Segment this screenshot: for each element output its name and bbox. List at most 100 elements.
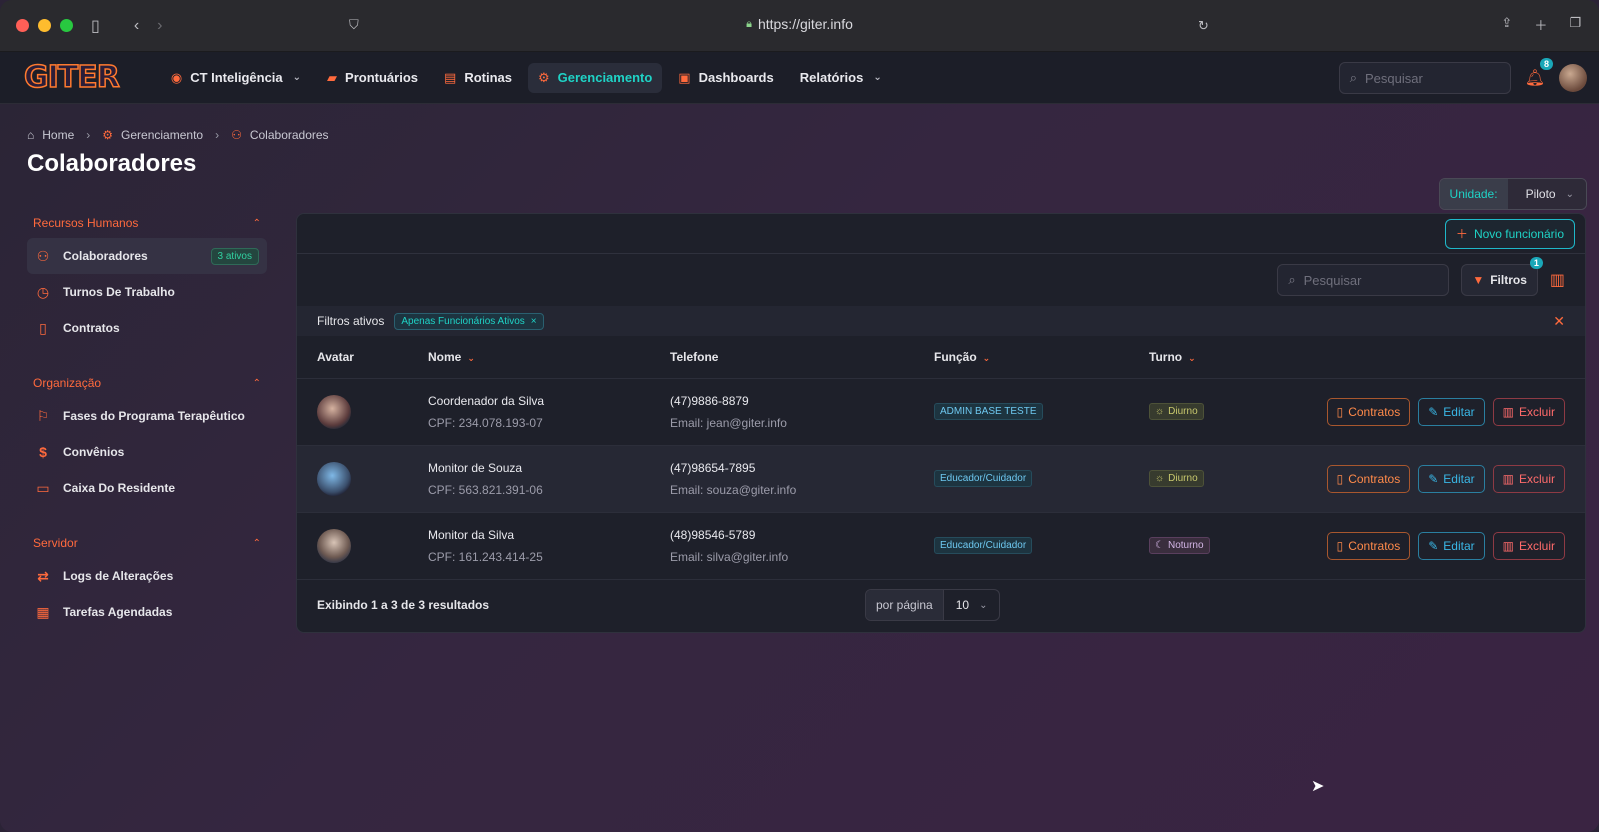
search-icon: ⌕ (1288, 272, 1296, 287)
employee-phone: (47)9886-8879 (670, 393, 749, 408)
shift-label: Noturno (1167, 540, 1204, 552)
delete-button[interactable]: ▥ Excluir (1492, 531, 1565, 560)
breadcrumb-separator-icon: › (86, 128, 91, 142)
notifications-button[interactable]: 🔔︎ 8 (1525, 58, 1553, 88)
per-page-value[interactable]: 10 ⌄ (944, 590, 1000, 620)
columns-icon[interactable]: ▥ (1550, 270, 1565, 290)
global-search[interactable]: ⌕ (1338, 62, 1511, 94)
sidebar-item-fases[interactable]: ⚐ Fases do Programa Terapêutico (27, 398, 267, 434)
user-avatar[interactable] (1559, 64, 1587, 92)
sidebar-group-header[interactable]: Servidor ⌃ (27, 528, 267, 558)
org-avatar-icon: ◉ (170, 69, 183, 85)
unit-value[interactable]: Piloto ⌄ (1507, 179, 1586, 209)
giter-logo[interactable]: GITER (23, 61, 120, 93)
sidebar-item-label: Contratos (63, 321, 120, 335)
home-icon: ⌂ (27, 128, 35, 142)
nav-ct-inteligencia[interactable]: ◉ CT Inteligência ⌄ (161, 63, 311, 93)
contracts-button[interactable]: ▯ Contratos (1326, 531, 1411, 560)
sidebar-item-caixa[interactable]: ▭ Caixa Do Residente (27, 470, 267, 506)
nav-prontuarios[interactable]: ▰ Prontuários (317, 63, 428, 93)
nav-relatorios[interactable]: Relatórios ⌄ (790, 63, 892, 92)
clear-filters-icon[interactable]: ✕ (1553, 313, 1565, 330)
gear-icon: ⚙ (537, 69, 550, 85)
maximize-window-button[interactable] (60, 19, 73, 32)
share-icon[interactable]: ⇪ (1501, 15, 1512, 34)
nav-dashboards[interactable]: ▣ Dashboards (668, 63, 783, 93)
plus-icon: ＋ (1455, 227, 1468, 241)
sidebar-group-title: Organização (33, 376, 102, 390)
new-tab-icon[interactable]: ＋ (1534, 15, 1547, 34)
sidebar: Recursos Humanos ⌃ ⚇ Colaboradores 3 ati… (27, 208, 267, 652)
edit-icon: ✎ (1428, 404, 1439, 419)
delete-button[interactable]: ▥ Excluir (1492, 397, 1565, 426)
col-shift[interactable]: Turno ⌄ (1129, 336, 1279, 378)
sidebar-item-logs[interactable]: ⇄ Logs de Alterações (27, 558, 267, 594)
row-actions: ▯ Contratos ✎ Editar ▥ Excluir (1299, 531, 1565, 560)
global-search-input[interactable] (1364, 70, 1485, 86)
contracts-button[interactable]: ▯ Contratos (1326, 464, 1411, 493)
delete-button[interactable]: ▥ Excluir (1492, 464, 1565, 493)
chevron-down-icon: ⌄ (979, 599, 988, 611)
sidebar-item-label: Caixa Do Residente (63, 481, 176, 495)
sidebar-item-convenios[interactable]: $ Convênios (27, 434, 267, 470)
address-bar[interactable]: 🔒︎ https://giter.info (746, 16, 853, 32)
table-search-input[interactable] (1303, 272, 1424, 288)
table-search[interactable]: ⌕ (1277, 264, 1450, 296)
breadcrumb-gerenciamento[interactable]: Gerenciamento (121, 128, 203, 142)
sidebar-group-rh: Recursos Humanos ⌃ ⚇ Colaboradores 3 ati… (27, 208, 267, 346)
edit-icon: ✎ (1428, 538, 1439, 553)
remove-filter-icon[interactable]: × (531, 316, 537, 327)
minimize-window-button[interactable] (38, 19, 51, 32)
unit-value-text: Piloto (1525, 187, 1556, 201)
table-row: Coordenador da Silva CPF: 234.078.193-07 … (297, 378, 1585, 445)
results-summary: Exibindo 1 a 3 de 3 resultados (317, 597, 490, 612)
reload-icon[interactable]: ↻ (1198, 18, 1209, 34)
back-icon[interactable]: ‹ (134, 17, 139, 35)
sidebar-item-turnos[interactable]: ◷ Turnos De Trabalho (27, 274, 267, 310)
shield-icon[interactable]: ⛉ (349, 17, 359, 33)
tabs-overview-icon[interactable]: ❐ (1569, 15, 1581, 34)
role-badge: ADMIN BASE TESTE (934, 403, 1043, 420)
per-page-select[interactable]: por página 10 ⌄ (865, 589, 1001, 621)
edit-button[interactable]: ✎ Editar (1418, 464, 1485, 493)
filters-button[interactable]: ▼ Filtros 1 (1461, 257, 1543, 296)
sidebar-group-header[interactable]: Organização ⌃ (27, 368, 267, 398)
nav-rotinas[interactable]: ▤ Rotinas (434, 63, 522, 93)
table-header-row: Avatar Nome ⌄ Telefone Função ⌄ Turno ⌄ (297, 336, 1585, 378)
sidebar-item-tarefas[interactable]: ▦ Tarefas Agendadas (27, 594, 267, 630)
forward-icon[interactable]: › (157, 17, 162, 35)
contracts-button[interactable]: ▯ Contratos (1326, 397, 1411, 426)
filter-chip[interactable]: Apenas Funcionários Ativos × (394, 312, 544, 330)
employee-cpf: CPF: 563.821.391-06 (428, 482, 543, 497)
new-employee-button[interactable]: ＋ Novo funcionário (1444, 218, 1575, 249)
breadcrumb-home[interactable]: Home (42, 128, 74, 142)
unit-select[interactable]: Unidade: Piloto ⌄ (1438, 178, 1587, 210)
col-avatar-label: Avatar (317, 349, 354, 364)
sidebar-group-title: Recursos Humanos (33, 216, 139, 230)
dollar-icon: $ (39, 444, 47, 460)
user-icon: ⚇ (231, 128, 242, 142)
chevron-down-icon: ⌄ (982, 352, 991, 363)
unit-label: Unidade: (1439, 179, 1508, 209)
sidebar-item-label: Logs de Alterações (63, 569, 174, 583)
nav-gerenciamento[interactable]: ⚙ Gerenciamento (527, 62, 663, 93)
sidebar-group-title: Servidor (33, 536, 78, 550)
trash-icon: ▥ (1502, 538, 1514, 553)
col-name[interactable]: Nome ⌄ (408, 336, 650, 378)
mouse-cursor-icon: ➤ (1311, 778, 1325, 795)
col-role-label: Função (934, 349, 977, 364)
close-window-button[interactable] (16, 19, 29, 32)
sidebar-item-contratos[interactable]: ▯ Contratos (27, 310, 267, 346)
row-actions: ▯ Contratos ✎ Editar ▥ Excluir (1299, 397, 1565, 426)
sidebar-group-header[interactable]: Recursos Humanos ⌃ (27, 208, 267, 238)
gear-icon: ⚙ (102, 128, 114, 142)
delete-label: Excluir (1518, 538, 1555, 553)
sidebar-item-colaboradores[interactable]: ⚇ Colaboradores 3 ativos (27, 238, 267, 274)
employee-email: Email: souza@giter.info (670, 482, 797, 497)
new-employee-label: Novo funcionário (1473, 226, 1564, 241)
avatar (317, 528, 351, 563)
edit-button[interactable]: ✎ Editar (1418, 397, 1485, 426)
sidebar-toggle-icon[interactable]: ▯ (91, 16, 100, 36)
col-role[interactable]: Função ⌄ (914, 336, 1129, 378)
edit-button[interactable]: ✎ Editar (1418, 531, 1485, 560)
